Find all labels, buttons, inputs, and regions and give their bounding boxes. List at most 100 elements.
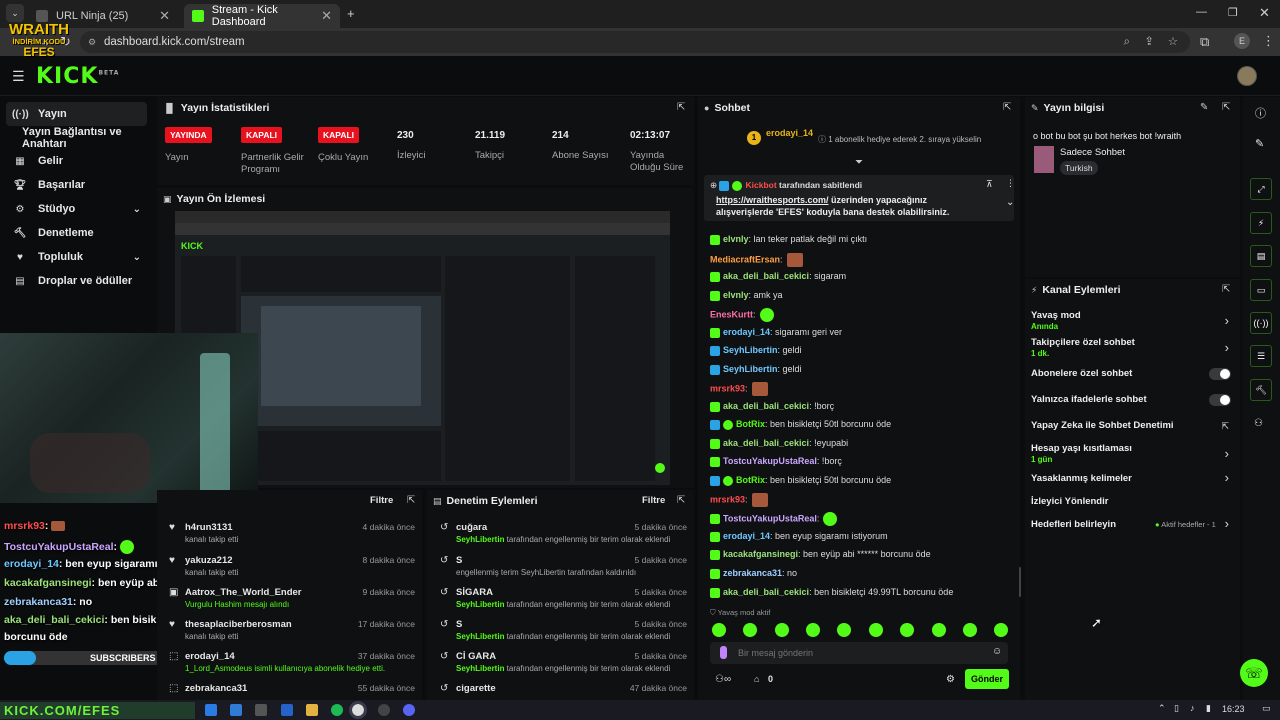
notification-icon[interactable]: ▭ bbox=[1262, 703, 1271, 714]
chat-username[interactable]: elvnly bbox=[723, 234, 749, 244]
tab-search-icon[interactable]: ⌄ bbox=[6, 4, 24, 22]
discord-icon[interactable] bbox=[403, 704, 415, 716]
rail-document-icon[interactable]: ▤ bbox=[1250, 245, 1272, 267]
chat-username[interactable]: zebrakanca31 bbox=[723, 568, 782, 578]
gift-icon[interactable]: ⌂ bbox=[754, 674, 759, 684]
chat-username[interactable]: TostcuYakupUstaReal bbox=[723, 513, 817, 523]
undo-icon[interactable]: ↺ bbox=[440, 683, 452, 695]
rail-expand-icon[interactable]: ⤢ bbox=[1250, 178, 1272, 200]
site-info-icon[interactable]: ⚙ bbox=[88, 31, 96, 53]
category-name[interactable]: Sadece Sohbet bbox=[1060, 147, 1125, 158]
chat-username[interactable]: kacakafgansinegi bbox=[723, 549, 798, 559]
tray-chevron-icon[interactable]: ⌃ bbox=[1158, 703, 1166, 714]
edit-icon[interactable]: ✎ bbox=[1200, 102, 1208, 113]
sidebar-item-revenue[interactable]: ▦ Gelir bbox=[6, 149, 147, 173]
chat-username[interactable]: TostcuYakupUstaReal bbox=[723, 456, 817, 466]
channel-action-ai-moderation[interactable]: Yapay Zeka ile Sohbet Denetimi ⇱ bbox=[1031, 420, 1231, 431]
emote-icon[interactable] bbox=[963, 623, 977, 637]
chat-username[interactable]: EnesKurtt bbox=[710, 309, 753, 319]
chat-username[interactable]: erodayi_14 bbox=[723, 327, 770, 337]
sidebar-item-community[interactable]: ♥ Topluluk ⌄ bbox=[6, 245, 147, 269]
tray-network-icon[interactable]: ▯ bbox=[1174, 703, 1179, 714]
chat-message-input[interactable] bbox=[738, 642, 988, 664]
url-input[interactable]: ⚙ dashboard.kick.com/stream ⌕ ⇪ ☆ bbox=[80, 31, 1190, 53]
popout-icon[interactable]: ⇱ bbox=[1222, 284, 1230, 295]
undo-icon[interactable]: ↺ bbox=[440, 651, 452, 663]
help-support-icon[interactable]: ☏ bbox=[1240, 659, 1268, 687]
undo-icon[interactable]: ↺ bbox=[440, 619, 452, 631]
popout-icon[interactable]: ⇱ bbox=[677, 495, 685, 506]
sidebar-item-drops[interactable]: ▤ Droplar ve ödüller bbox=[6, 269, 147, 293]
chat-scrollbar[interactable] bbox=[1019, 567, 1021, 597]
close-tab-icon[interactable]: ✕ bbox=[159, 8, 170, 24]
emote-icon[interactable] bbox=[743, 623, 757, 637]
restore-icon[interactable]: ❐ bbox=[1228, 6, 1238, 19]
rail-hammer-icon[interactable]: 🔨︎ bbox=[1250, 379, 1272, 401]
undo-icon[interactable]: ↺ bbox=[440, 555, 452, 567]
channel-action-goals[interactable]: Hedefleri belirleyin ● Aktif hedefler - 1… bbox=[1031, 516, 1231, 531]
sidebar-item-moderation[interactable]: 🔨︎ Denetleme bbox=[6, 221, 147, 245]
chat-username[interactable]: SeyhLibertin bbox=[723, 345, 778, 355]
zoom-icon[interactable]: ⌕ bbox=[1124, 31, 1130, 53]
minimize-icon[interactable]: — bbox=[1196, 6, 1207, 18]
edge-icon[interactable] bbox=[230, 704, 242, 716]
channel-action-account-age[interactable]: Hesap yaşı kısıtlaması 1 gün › bbox=[1031, 443, 1231, 464]
profile-avatar[interactable]: E bbox=[1234, 33, 1250, 49]
pinned-link[interactable]: https://wraithesports.com/ bbox=[716, 195, 829, 205]
chat-username[interactable]: elvnly bbox=[723, 290, 749, 300]
browser-menu-icon[interactable]: ⋮ bbox=[1262, 33, 1275, 49]
activity-filter-button[interactable]: Filtre bbox=[370, 495, 393, 506]
rail-points-icon[interactable]: ⚇ bbox=[1254, 418, 1263, 429]
rail-broadcast-icon[interactable]: ((·)) bbox=[1250, 312, 1272, 334]
chevron-down-icon[interactable]: ⌄ bbox=[1006, 197, 1014, 208]
close-tab-icon[interactable]: ✕ bbox=[321, 8, 332, 24]
emote-icon[interactable] bbox=[775, 623, 789, 637]
gifter-user[interactable]: erodayi_14 bbox=[766, 128, 813, 138]
store-icon[interactable] bbox=[255, 704, 267, 716]
popout-icon[interactable]: ⇱ bbox=[1003, 102, 1011, 113]
bookmark-star-icon[interactable]: ☆ bbox=[1168, 31, 1178, 53]
channel-action-slow-mode[interactable]: Yavaş mod Anında › bbox=[1031, 310, 1231, 331]
tab-kick-dashboard[interactable]: Stream - Kick Dashboard ✕ bbox=[184, 4, 340, 28]
mic-icon[interactable] bbox=[720, 646, 727, 659]
more-options-icon[interactable]: ⋮ bbox=[1006, 178, 1015, 189]
user-avatar[interactable] bbox=[1237, 66, 1257, 86]
emote-icon[interactable] bbox=[806, 623, 820, 637]
sidebar-item-studio[interactable]: ⚙ Stüdyo ⌄ bbox=[6, 197, 147, 221]
chrome-icon[interactable] bbox=[349, 701, 367, 719]
emotes-only-toggle[interactable] bbox=[1209, 394, 1231, 406]
share-icon[interactable]: ⇪ bbox=[1144, 31, 1154, 53]
chat-username[interactable]: aka_deli_bali_cekici bbox=[723, 438, 809, 448]
new-tab-icon[interactable]: + bbox=[347, 6, 355, 21]
hamburger-menu-icon[interactable]: ☰ bbox=[12, 68, 25, 85]
chat-username[interactable]: BotRix bbox=[736, 419, 765, 429]
info-icon[interactable]: ⓘ bbox=[1255, 105, 1266, 121]
subs-only-toggle[interactable] bbox=[1209, 368, 1231, 380]
tray-battery-icon[interactable]: ▮ bbox=[1206, 703, 1211, 714]
undo-icon[interactable]: ↺ bbox=[440, 587, 452, 599]
chat-username[interactable]: erodayi_14 bbox=[723, 531, 770, 541]
spotify-icon[interactable] bbox=[331, 704, 343, 716]
start-menu-icon[interactable] bbox=[205, 704, 217, 716]
chat-username[interactable]: SeyhLibertin bbox=[723, 364, 778, 374]
kick-logo[interactable]: KICKBETA bbox=[36, 64, 119, 89]
popout-icon[interactable]: ⇱ bbox=[677, 102, 685, 113]
channel-action-followers-only[interactable]: Takipçilere özel sohbet 1 dk. › bbox=[1031, 337, 1231, 358]
rail-chat-icon[interactable]: ▭ bbox=[1250, 279, 1272, 301]
extensions-icon[interactable]: ⧉ bbox=[1200, 34, 1209, 50]
settings-gear-icon[interactable]: ⚙ bbox=[946, 674, 955, 685]
close-window-icon[interactable]: ✕ bbox=[1259, 5, 1270, 21]
chat-username[interactable]: BotRix bbox=[736, 475, 765, 485]
rail-lightning-icon[interactable]: ⚡︎ bbox=[1250, 212, 1272, 234]
emoji-picker-icon[interactable]: ☺ bbox=[992, 646, 1002, 657]
sidebar-item-achievements[interactable]: 🏆︎ Başarılar bbox=[6, 173, 147, 197]
mod-filter-button[interactable]: Filtre bbox=[642, 495, 665, 506]
chat-username[interactable]: aka_deli_bali_cekici bbox=[723, 271, 809, 281]
edit-pencil-icon[interactable]: ✎ bbox=[1255, 137, 1264, 150]
emote-icon[interactable] bbox=[712, 623, 726, 637]
chat-username[interactable]: aka_deli_bali_cekici bbox=[723, 401, 809, 411]
emote-icon[interactable] bbox=[837, 623, 851, 637]
file-explorer-icon[interactable] bbox=[306, 704, 318, 716]
emote-icon[interactable] bbox=[869, 623, 883, 637]
chat-username[interactable]: MediacraftErsan bbox=[710, 254, 780, 264]
